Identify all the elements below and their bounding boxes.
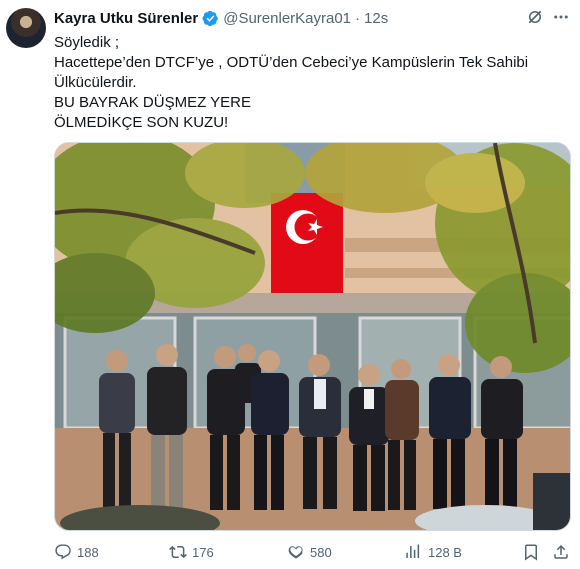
tweet-text: Söyledik ; Hacettepe’den DTCF’ye , ODTÜ’…: [54, 33, 564, 133]
tweet-text-line: BU BAYRAK DÜŞMEZ YERE: [54, 94, 251, 111]
tweet-text-line: Ülkücülerdir.: [54, 74, 137, 91]
grok-icon[interactable]: [526, 8, 544, 26]
reply-button[interactable]: 188: [54, 541, 99, 563]
views-icon: [406, 544, 420, 558]
reply-count: 188: [77, 544, 99, 560]
repost-icon: [169, 545, 187, 559]
more-icon[interactable]: [552, 8, 570, 26]
author-avatar[interactable]: [6, 8, 46, 48]
repost-count: 176: [192, 544, 214, 560]
tweet-actions: 188 176 580 128 B: [54, 541, 572, 563]
separator-dot: ·: [355, 9, 361, 27]
tweet-photo[interactable]: [54, 142, 571, 531]
like-button[interactable]: 580: [287, 541, 332, 563]
share-button[interactable]: [552, 541, 570, 563]
like-icon: [288, 546, 303, 559]
tweet-text-line: Söyledik ;: [54, 34, 120, 51]
views-button[interactable]: 128 B: [405, 541, 462, 563]
tweet-text-line: Hacettepe’den DTCF’ye , ODTÜ’den Cebeci’…: [54, 54, 529, 71]
reply-icon: [55, 544, 71, 560]
like-count: 580: [310, 544, 332, 560]
share-icon: [554, 544, 568, 559]
views-count: 128 B: [428, 544, 462, 560]
tweet-time[interactable]: 12s: [364, 10, 388, 27]
repost-button[interactable]: 176: [169, 541, 214, 563]
tweet-header: Kayra Utku Sürenler @SurenlerKayra01 · 1…: [54, 8, 570, 28]
turkish-flag: [271, 193, 343, 293]
group-photo-illustration: [55, 143, 570, 530]
bookmark-button[interactable]: [522, 541, 540, 563]
verified-badge-icon: [202, 10, 218, 26]
bookmark-icon: [525, 544, 537, 561]
author-name[interactable]: Kayra Utku Sürenler: [54, 10, 198, 27]
tweet-text-line: ÖLMEDİKÇE SON KUZU!: [54, 114, 229, 131]
author-handle[interactable]: @SurenlerKayra01: [223, 10, 351, 27]
